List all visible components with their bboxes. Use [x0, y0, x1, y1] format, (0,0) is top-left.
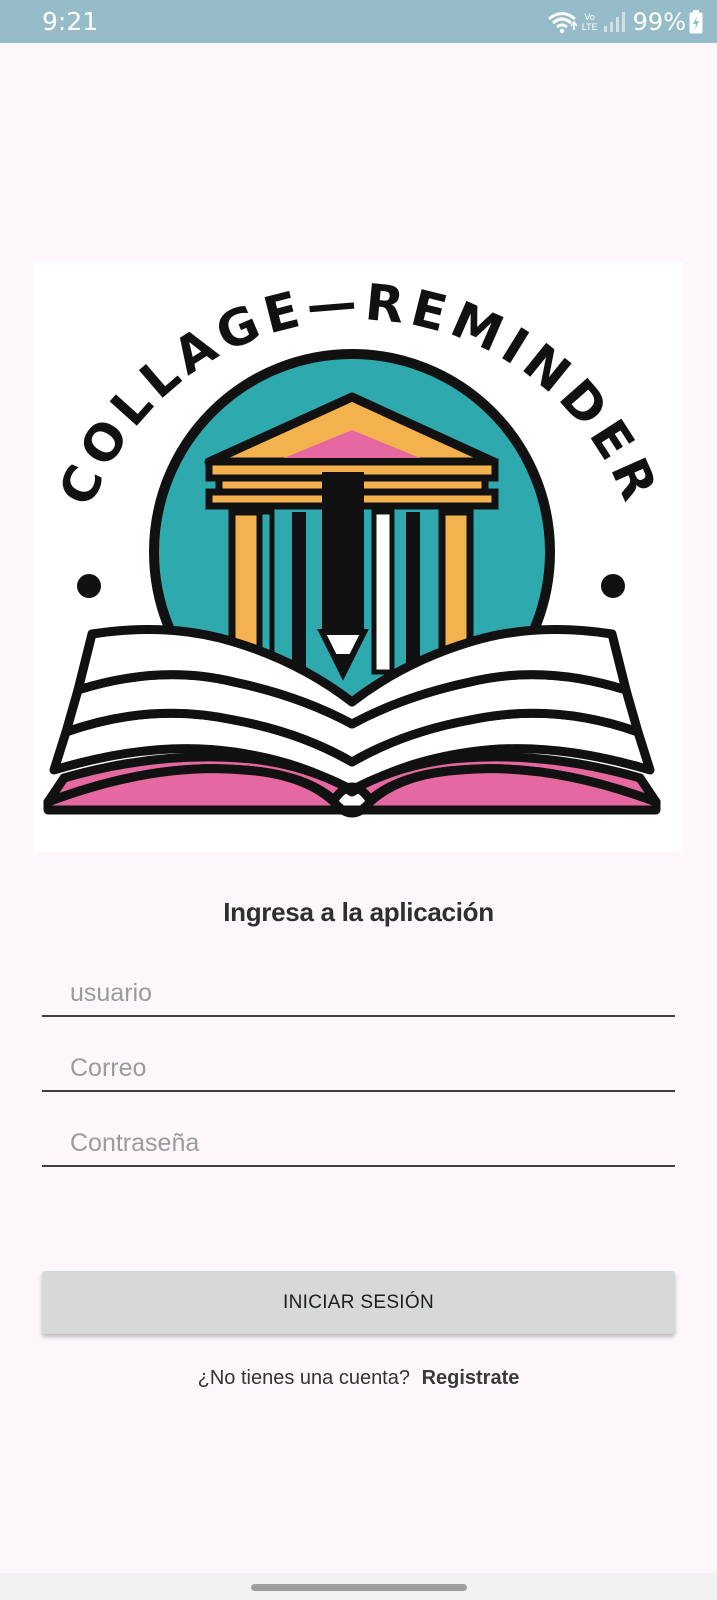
register-link[interactable]: Registrate	[422, 1367, 520, 1389]
status-icons: Vo LTE 99%	[547, 8, 703, 36]
signal-icon	[603, 11, 625, 33]
login-title: Ingresa a la aplicación	[223, 897, 494, 927]
battery-level: 99%	[632, 8, 686, 36]
home-gesture-handle[interactable]	[251, 1584, 467, 1591]
app-logo: COLLAGE—REMINDER	[34, 262, 683, 852]
password-input[interactable]	[70, 1125, 660, 1161]
email-input[interactable]	[70, 1050, 660, 1086]
email-field-container	[42, 1044, 675, 1092]
username-input[interactable]	[70, 975, 660, 1011]
status-bar: 9:21 Vo LTE 99%	[0, 0, 717, 43]
password-field-container	[42, 1119, 675, 1167]
username-field-container	[42, 969, 675, 1017]
navigation-bar	[0, 1573, 717, 1600]
wifi-icon	[547, 10, 577, 34]
register-prompt: ¿No tienes una cuenta?	[197, 1367, 410, 1389]
login-button[interactable]: INICIAR SESIÓN	[42, 1271, 675, 1334]
volte-icon: Vo LTE	[581, 12, 598, 32]
battery-icon	[689, 10, 703, 34]
status-time: 9:21	[42, 7, 99, 36]
register-row: ¿No tienes una cuenta? Registrate	[0, 1367, 717, 1390]
